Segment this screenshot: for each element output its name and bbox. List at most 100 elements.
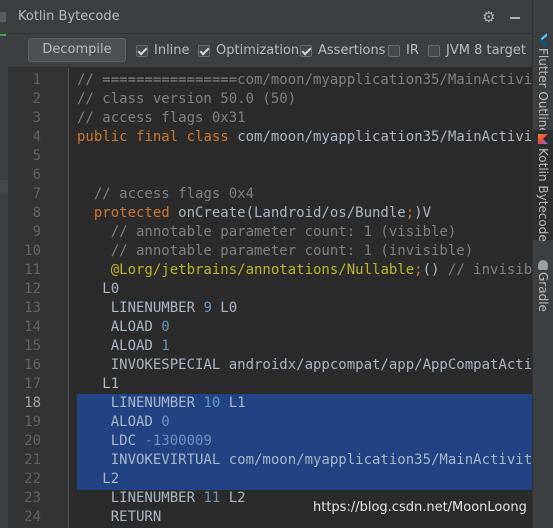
line-number: 1 (32, 72, 41, 88)
line-number: 9 (32, 224, 41, 240)
line-code: // annotable parameter count: 1 (invisib… (77, 243, 474, 259)
line-number: 16 (24, 357, 41, 373)
code-line[interactable]: 5 (8, 147, 532, 166)
code-line[interactable]: 20 LDC -1300009 (8, 432, 532, 451)
gear-icon[interactable]: ⚙ (482, 8, 495, 26)
line-number: 2 (32, 91, 41, 107)
code-line[interactable]: 14 ALOAD 0 (8, 318, 532, 337)
code-line[interactable]: 11 @Lorg/jetbrains/annotations/Nullable;… (8, 261, 532, 280)
ir-checkbox[interactable]: IR (388, 43, 419, 58)
tab-gradle[interactable]: Gradle (533, 256, 553, 314)
checkbox-label: Inline (154, 43, 190, 58)
line-code: INVOKESPECIAL androidx/appcompat/app/App… (77, 357, 532, 373)
line-code: L2 (77, 471, 120, 487)
minimize-icon[interactable] (508, 8, 522, 24)
kotlin-icon (538, 134, 548, 144)
line-number: 15 (24, 338, 41, 354)
code-line[interactable]: 3 // access flags 0x31 (8, 109, 532, 128)
line-number: 12 (24, 281, 41, 297)
checkbox-box[interactable] (428, 44, 440, 57)
line-code: @Lorg/jetbrains/annotations/Nullable;() … (110, 262, 532, 278)
code-line[interactable]: 7 // access flags 0x4 (8, 185, 532, 204)
line-number: 18 (24, 395, 41, 411)
checkbox-label: JVM 8 target (446, 43, 527, 58)
gradle-icon (538, 260, 548, 270)
optimization-checkbox[interactable]: Optimization (198, 43, 299, 58)
left-panel-edge (0, 0, 8, 528)
line-number: 23 (24, 490, 41, 506)
line-number: 17 (24, 376, 41, 392)
code-line[interactable]: 2 // class version 50.0 (50) (8, 90, 532, 109)
code-line[interactable]: 9 // annotable parameter count: 1 (visib… (8, 223, 532, 242)
code-line[interactable]: 10 // annotable parameter count: 1 (invi… (8, 242, 532, 261)
tab-label: Flutter Outline (536, 48, 550, 135)
tab-kotlin-bytecode[interactable]: Kotlin Bytecode (533, 130, 553, 242)
tab-label: Gradle (536, 272, 550, 312)
code-line[interactable]: 19 ALOAD 0 (8, 413, 532, 432)
line-number: 19 (24, 414, 41, 430)
code-line[interactable]: 21 INVOKEVIRTUAL com/moon/myapplication3… (8, 451, 532, 470)
line-code: // class version 50.0 (50) (77, 91, 297, 107)
bytecode-editor[interactable]: 1 // ================com/moon/myapplicati… (8, 68, 532, 528)
line-code: ALOAD 0 (77, 414, 170, 430)
line-number: 20 (24, 433, 41, 449)
watermark: https://blog.csdn.net/MoonLoong (313, 500, 527, 515)
checkbox-label: IR (406, 43, 419, 58)
line-code: public final class com/moon/myapplicatio… (77, 129, 532, 145)
line-code: LINENUMBER 10 L1 (77, 395, 246, 411)
code-line[interactable]: 13 LINENUMBER 9 L0 (8, 299, 532, 318)
line-code: L1 (77, 376, 120, 392)
code-line[interactable]: 4 public final class com/moon/myapplicati… (8, 128, 532, 147)
code-line[interactable]: 16 INVOKESPECIAL androidx/appcompat/app/… (8, 356, 532, 375)
line-code: L0 (77, 281, 120, 297)
panel-title: Kotlin Bytecode (18, 9, 120, 24)
line-number: 4 (32, 129, 41, 145)
code-line[interactable]: 12 L0 (8, 280, 532, 299)
panel-title-bar: Kotlin Bytecode ⚙ (8, 0, 532, 34)
line-number: 14 (24, 319, 41, 335)
code-line[interactable]: 8 protected onCreate(Landroid/os/Bundle;… (8, 204, 532, 223)
left-strip-marker (0, 12, 6, 22)
line-number: 22 (24, 471, 41, 487)
tab-flutter-outline[interactable]: Flutter Outline (533, 32, 553, 135)
code-line[interactable]: 1 // ================com/moon/myapplicati… (8, 71, 532, 90)
inline-checkbox[interactable]: Inline (136, 43, 190, 58)
line-number: 7 (32, 186, 41, 202)
line-number: 21 (24, 452, 41, 468)
checkbox-box[interactable] (198, 44, 210, 57)
left-strip-tab[interactable] (0, 180, 8, 194)
checkbox-label: Assertions (318, 43, 386, 58)
checkbox-box[interactable] (136, 44, 148, 57)
line-code: // annotable parameter count: 1 (visible… (77, 224, 457, 240)
left-strip-check-marker (0, 34, 6, 36)
line-code: // access flags 0x31 (77, 110, 246, 126)
code-line[interactable]: 15 ALOAD 1 (8, 337, 532, 356)
line-number: 24 (24, 509, 41, 525)
line-number: 11 (24, 262, 41, 278)
jvm8-target-checkbox[interactable]: JVM 8 target (428, 43, 526, 58)
line-number: 10 (24, 243, 41, 259)
checkbox-box[interactable] (300, 44, 312, 57)
checkbox-box[interactable] (388, 44, 400, 57)
line-number: 8 (32, 205, 41, 221)
assertions-checkbox[interactable]: Assertions (300, 43, 385, 58)
code-line[interactable]: 17 L1 (8, 375, 532, 394)
flutter-icon (538, 36, 548, 46)
right-tool-strip: Flutter Outline Kotlin Bytecode Gradle (532, 0, 553, 528)
line-number: 3 (32, 110, 41, 126)
checkbox-label: Optimization (216, 43, 300, 58)
decompile-button[interactable]: Decompile (28, 38, 126, 62)
line-code: INVOKEVIRTUAL com/moon/myapplication35/M… (77, 452, 532, 468)
line-code: ALOAD 1 (77, 338, 170, 354)
line-code: ALOAD 0 (77, 319, 170, 335)
tab-label: Kotlin Bytecode (536, 148, 550, 242)
line-number: 6 (32, 167, 41, 183)
code-line[interactable]: 18 LINENUMBER 10 L1 (8, 394, 532, 413)
line-code: // access flags 0x4 (77, 186, 255, 202)
line-code: // ================com/moon/myapplicatio… (77, 72, 532, 88)
line-code: protected onCreate(Landroid/os/Bundle;)V (93, 205, 432, 221)
code-line[interactable]: 22 L2 (8, 470, 532, 489)
line-number: 13 (24, 300, 41, 316)
bytecode-toolbar: Decompile Inline Optimization Assertions… (8, 34, 532, 68)
code-line[interactable]: 6 (8, 166, 532, 185)
